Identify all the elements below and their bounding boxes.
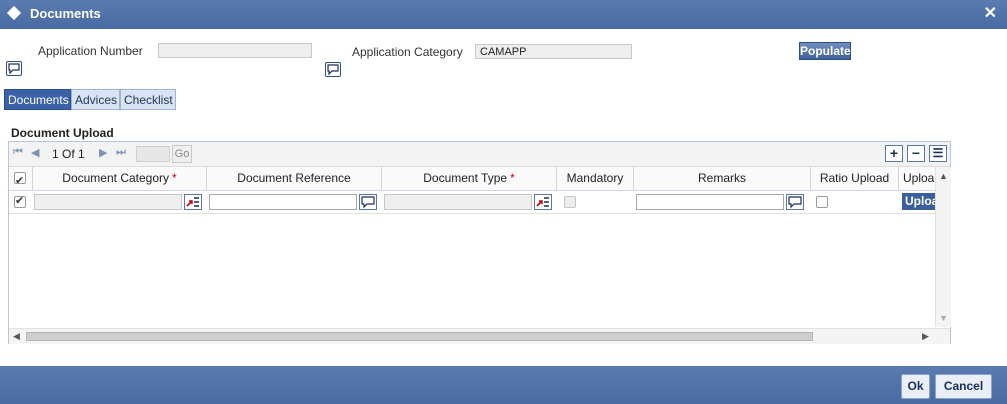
col-mandatory: Mandatory (557, 167, 634, 190)
last-page-icon[interactable]: ⏭ (116, 146, 126, 159)
scroll-left-icon[interactable]: ◀ (13, 331, 20, 342)
row-select-checkbox[interactable] (14, 194, 26, 208)
grid-pager: ⏮ ◀ 1 Of 1 ▶ ⏭ Go + − ☰ (9, 142, 950, 167)
document-type-lov-icon[interactable] (534, 194, 552, 210)
document-category-input[interactable] (34, 194, 182, 210)
single-view-button[interactable]: ☰ (929, 145, 947, 162)
col-document-type: Document Type * (382, 167, 557, 190)
document-reference-message-icon[interactable] (359, 194, 377, 210)
page-indicator: 1 Of 1 (52, 147, 85, 161)
select-all-cell (9, 167, 33, 190)
document-reference-input[interactable] (209, 194, 357, 210)
document-upload-grid: ⏮ ◀ 1 Of 1 ▶ ⏭ Go + − ☰ Document Categor… (8, 141, 951, 344)
ok-button[interactable]: Ok (901, 374, 930, 399)
ratio-upload-checkbox[interactable] (816, 196, 828, 208)
col-document-reference-label: Document Reference (237, 171, 351, 185)
window-titlebar: Documents ✕ (0, 0, 1007, 29)
document-category-lov-icon[interactable] (184, 194, 202, 210)
application-category-field[interactable] (475, 44, 632, 59)
remarks-message-icon[interactable] (786, 194, 804, 210)
document-type-input[interactable] (384, 194, 532, 210)
page-number-input[interactable] (136, 146, 170, 162)
upload-button[interactable]: Upload (902, 193, 935, 210)
vertical-scrollbar[interactable]: ▲ ▼ (935, 167, 951, 327)
prev-page-icon[interactable]: ◀ (31, 146, 39, 159)
application-category-label: Application Category (352, 45, 463, 59)
close-icon[interactable]: ✕ (984, 3, 997, 23)
required-mark: * (510, 171, 515, 185)
col-document-type-label: Document Type (423, 171, 508, 185)
application-number-field[interactable] (158, 43, 312, 58)
application-category-lookup-icon[interactable] (325, 62, 341, 77)
select-all-checkbox[interactable] (14, 170, 26, 190)
tab-documents[interactable]: Documents (4, 89, 71, 110)
cancel-button[interactable]: Cancel (935, 374, 992, 399)
tab-checklist[interactable]: Checklist (120, 89, 176, 110)
application-number-label: Application Number (38, 44, 143, 58)
dialog-footer: Ok Cancel (0, 366, 1007, 404)
add-row-button[interactable]: + (885, 145, 903, 162)
scroll-right-icon[interactable]: ▶ (922, 331, 929, 342)
col-document-reference: Document Reference (207, 167, 382, 190)
table-row: Upload (9, 191, 935, 214)
remarks-input[interactable] (636, 194, 784, 210)
populate-button[interactable]: Populate (799, 42, 851, 60)
col-document-category: Document Category * (33, 167, 207, 190)
col-remarks: Remarks (634, 167, 811, 190)
first-page-icon[interactable]: ⏮ (13, 146, 23, 159)
tab-advices[interactable]: Advices (71, 89, 120, 110)
horizontal-scroll-thumb[interactable] (26, 332, 813, 341)
window-title: Documents (30, 6, 101, 21)
col-mandatory-label: Mandatory (566, 171, 624, 185)
application-number-lookup-icon[interactable] (6, 61, 22, 76)
scroll-up-icon[interactable]: ▲ (939, 171, 948, 181)
scroll-down-icon[interactable]: ▼ (939, 313, 948, 323)
horizontal-scrollbar[interactable]: ◀ ▶ (9, 328, 950, 344)
col-document-category-label: Document Category (62, 171, 170, 185)
col-remarks-label: Remarks (697, 171, 746, 185)
window-diamond-icon (6, 5, 22, 21)
go-button[interactable]: Go (172, 145, 192, 163)
table-header: Document Category* Document Reference Do… (9, 167, 935, 191)
required-mark: * (172, 171, 177, 185)
col-ratio-upload: Ratio Upload (811, 167, 899, 190)
delete-row-button[interactable]: − (907, 145, 925, 162)
section-title: Document Upload (11, 126, 114, 140)
next-page-icon[interactable]: ▶ (99, 146, 107, 159)
col-upload-label: Uploa (903, 171, 935, 185)
mandatory-checkbox[interactable] (564, 196, 576, 208)
col-upload: Uploa (899, 167, 935, 190)
col-ratio-upload-label: Ratio Upload (819, 171, 890, 185)
